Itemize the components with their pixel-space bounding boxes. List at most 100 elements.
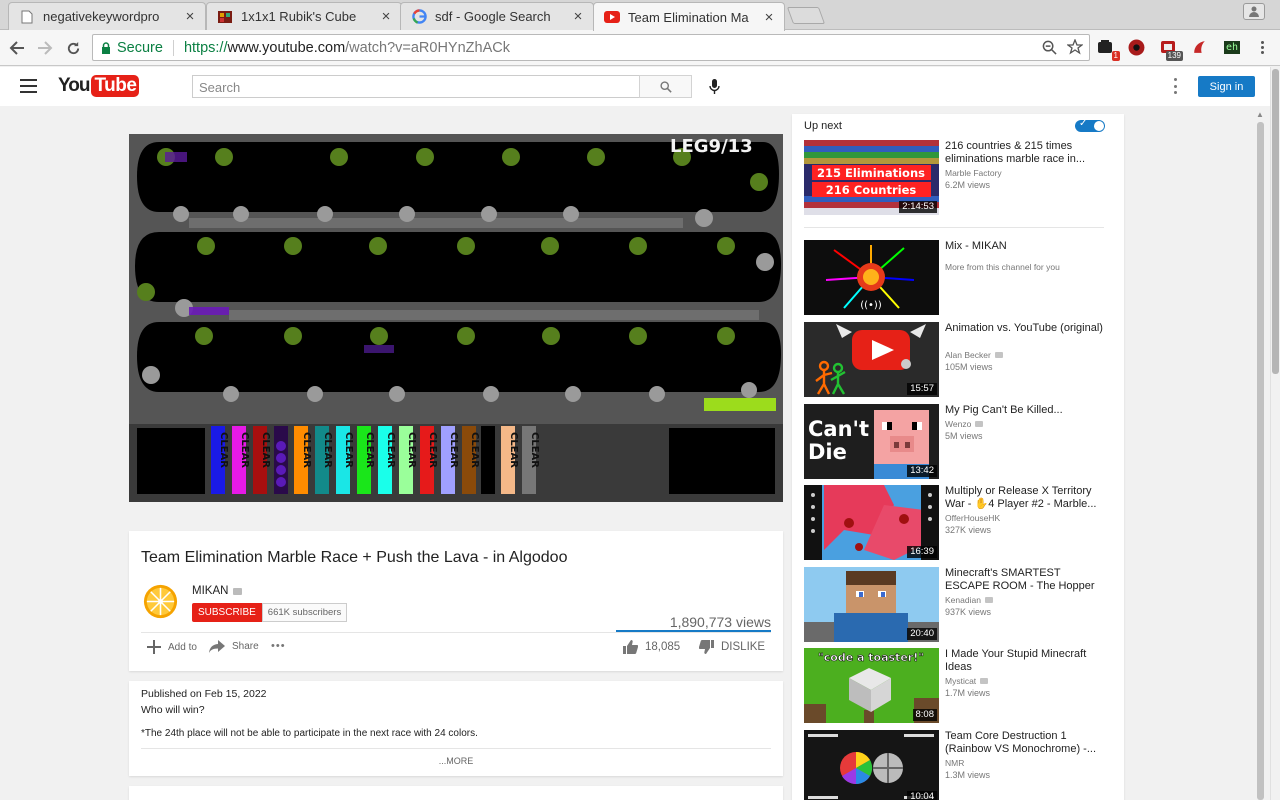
content-scrollbar[interactable] (1257, 122, 1264, 800)
show-more-button[interactable]: ...MORE (129, 756, 783, 766)
close-icon[interactable]: × (571, 8, 585, 25)
verified-badge-icon (975, 421, 984, 427)
logo-you: You (58, 75, 91, 96)
reload-button[interactable] (62, 37, 84, 59)
video-duration: 2:14:53 (899, 201, 937, 213)
related-videos-sidebar: Up next ✓ 215 Eliminations 216 Countries… (792, 114, 1124, 800)
close-icon[interactable]: × (762, 9, 776, 26)
browser-tab-4-active[interactable]: Team Elimination Ma × (593, 2, 785, 31)
related-video-item[interactable]: 15:57 Animation vs. YouTube (original) A… (804, 322, 1104, 398)
youtube-logo[interactable]: You Tube (58, 75, 140, 97)
search-input[interactable]: Search (192, 75, 640, 98)
window-scrollbar-thumb[interactable] (1272, 69, 1279, 374)
tab-title: 1x1x1 Rubik's Cube (241, 9, 357, 24)
related-video-title[interactable]: I Made Your Stupid Minecraft Ideas (945, 648, 1105, 674)
browser-tab-3[interactable]: sdf - Google Search × (400, 2, 594, 30)
svg-text:CLEAR: CLEAR (469, 432, 480, 468)
related-video-title[interactable]: 216 countries & 215 times eliminations m… (945, 140, 1105, 166)
browser-tab-bar: negativekeywordpro × 1x1x1 Rubik's Cube … (0, 0, 1280, 31)
back-button[interactable] (6, 37, 28, 59)
video-thumbnail[interactable]: 20:40 (804, 567, 939, 642)
related-video-item[interactable]: 16:39 Multiply or Release X Territory Wa… (804, 485, 1104, 561)
like-button[interactable]: 18,085 (623, 640, 680, 654)
related-video-channel: Kenadian (945, 595, 993, 605)
related-video-title[interactable]: Mix - MIKAN (945, 240, 1105, 253)
forward-button[interactable] (34, 37, 56, 59)
browser-tab-1[interactable]: negativekeywordpro × (8, 2, 206, 30)
svg-text:215 Eliminations: 215 Eliminations (817, 166, 925, 180)
related-video-title[interactable]: Team Core Destruction 1 (Rainbow VS Mono… (945, 730, 1105, 756)
video-duration: 15:57 (907, 383, 937, 395)
extension-1-button[interactable]: 1 (1096, 38, 1120, 61)
extension-5-button[interactable]: eh (1222, 38, 1242, 56)
autoplay-toggle[interactable]: ✓ (1075, 118, 1105, 132)
related-video-title[interactable]: My Pig Can't Be Killed... (945, 404, 1105, 417)
youtube-favicon (604, 9, 620, 25)
video-thumbnail[interactable]: Can't Die 13:42 (804, 404, 939, 479)
related-video-item[interactable]: 215 Eliminations 216 Countries 2:14:53 2… (804, 140, 1104, 216)
add-to-button[interactable]: Add to (147, 640, 197, 654)
related-video-title[interactable]: Multiply or Release X Territory War - ✋4… (945, 485, 1105, 511)
svg-text:Can't: Can't (808, 417, 869, 441)
window-menu-button[interactable] (1243, 3, 1265, 20)
related-mix-item[interactable]: ((•)) Mix - MIKAN More from this channel… (804, 240, 1104, 316)
lock-icon (102, 41, 110, 54)
star-icon[interactable] (1067, 39, 1083, 55)
browser-toolbar: Secure https:// www.youtube.com /watch?v… (0, 30, 1280, 66)
subscribe-button[interactable]: SUBSCRIBE (192, 603, 262, 622)
description-card: Published on Feb 15, 2022 Who will win? … (129, 681, 783, 776)
channel-avatar[interactable] (141, 582, 180, 621)
related-video-title[interactable]: Minecraft's SMARTEST ESCAPE ROOM - The H… (945, 567, 1105, 593)
related-video-item[interactable]: Can't Die 13:42 My Pig Can't Be Killed..… (804, 404, 1104, 480)
extension-4-button[interactable] (1190, 38, 1208, 56)
voice-search-button[interactable] (707, 78, 721, 96)
video-thumbnail[interactable]: ((•)) (804, 240, 939, 315)
close-icon[interactable]: × (183, 8, 197, 25)
related-video-item[interactable]: "code a toaster!" 8:08 I Made Your Stupi… (804, 648, 1104, 724)
radio-waves-icon: ((•)) (860, 300, 882, 311)
video-thumbnail[interactable]: 10:04 (804, 730, 939, 800)
settings-kebab-icon[interactable] (1172, 78, 1178, 94)
related-video-item[interactable]: 20:40 Minecraft's SMARTEST ESCAPE ROOM -… (804, 567, 1104, 643)
sign-in-button[interactable]: Sign in (1198, 76, 1255, 97)
related-video-item[interactable]: 10:04 Team Core Destruction 1 (Rainbow V… (804, 730, 1104, 800)
close-icon[interactable]: × (379, 8, 393, 25)
channel-name-link[interactable]: MIKAN (192, 585, 243, 597)
url-scheme: https:// (183, 39, 228, 56)
secure-indicator[interactable]: Secure (101, 40, 163, 56)
more-actions-button[interactable]: ••• (271, 640, 286, 652)
svg-text:CLEAR: CLEAR (218, 432, 229, 468)
thumbs-down-icon (699, 640, 714, 654)
extension-2-button[interactable] (1127, 38, 1145, 56)
extension-3-button[interactable]: 139 (1159, 38, 1183, 61)
hamburger-menu-icon[interactable] (20, 79, 37, 93)
new-tab-button[interactable] (786, 7, 826, 24)
address-bar[interactable]: Secure https:// www.youtube.com /watch?v… (92, 34, 1090, 61)
related-video-views: 1.7M views (945, 688, 991, 698)
chrome-menu-button[interactable] (1253, 38, 1271, 56)
video-thumbnail[interactable]: "code a toaster!" 8:08 (804, 648, 939, 723)
window-scrollbar[interactable] (1270, 67, 1280, 800)
video-thumbnail[interactable]: 215 Eliminations 216 Countries 2:14:53 (804, 140, 939, 215)
subscribe-button-group[interactable]: SUBSCRIBE 661K subscribers (192, 603, 348, 622)
related-video-views: 1.3M views (945, 770, 991, 780)
video-thumbnail[interactable]: 15:57 (804, 322, 939, 397)
search-button[interactable] (639, 75, 692, 98)
related-video-channel: Mysticat (945, 676, 989, 686)
browser-tab-2[interactable]: 1x1x1 Rubik's Cube × (206, 2, 402, 30)
share-button[interactable]: Share (209, 640, 259, 653)
svg-text:CLEAR: CLEAR (529, 432, 540, 468)
related-video-title[interactable]: Animation vs. YouTube (original) (945, 322, 1105, 335)
zoom-out-icon[interactable] (1042, 40, 1057, 55)
video-duration: 20:40 (907, 628, 937, 640)
related-video-channel: NMR (945, 758, 965, 768)
dislike-button[interactable]: DISLIKE (699, 640, 765, 654)
related-video-views: 5M views (945, 431, 983, 441)
content-scrollbar-thumb[interactable] (1257, 122, 1264, 800)
scroll-up-arrow-icon[interactable]: ▲ (1256, 110, 1265, 119)
video-thumbnail[interactable]: 16:39 (804, 485, 939, 560)
video-player[interactable]: CLEAR CLEAR CLEAR CLEAR CLEAR CLEAR CLEA… (129, 134, 783, 502)
svg-text:Die: Die (808, 440, 847, 464)
core-destruction-thumbnail-image (804, 730, 939, 800)
sidebar-divider (804, 227, 1104, 228)
